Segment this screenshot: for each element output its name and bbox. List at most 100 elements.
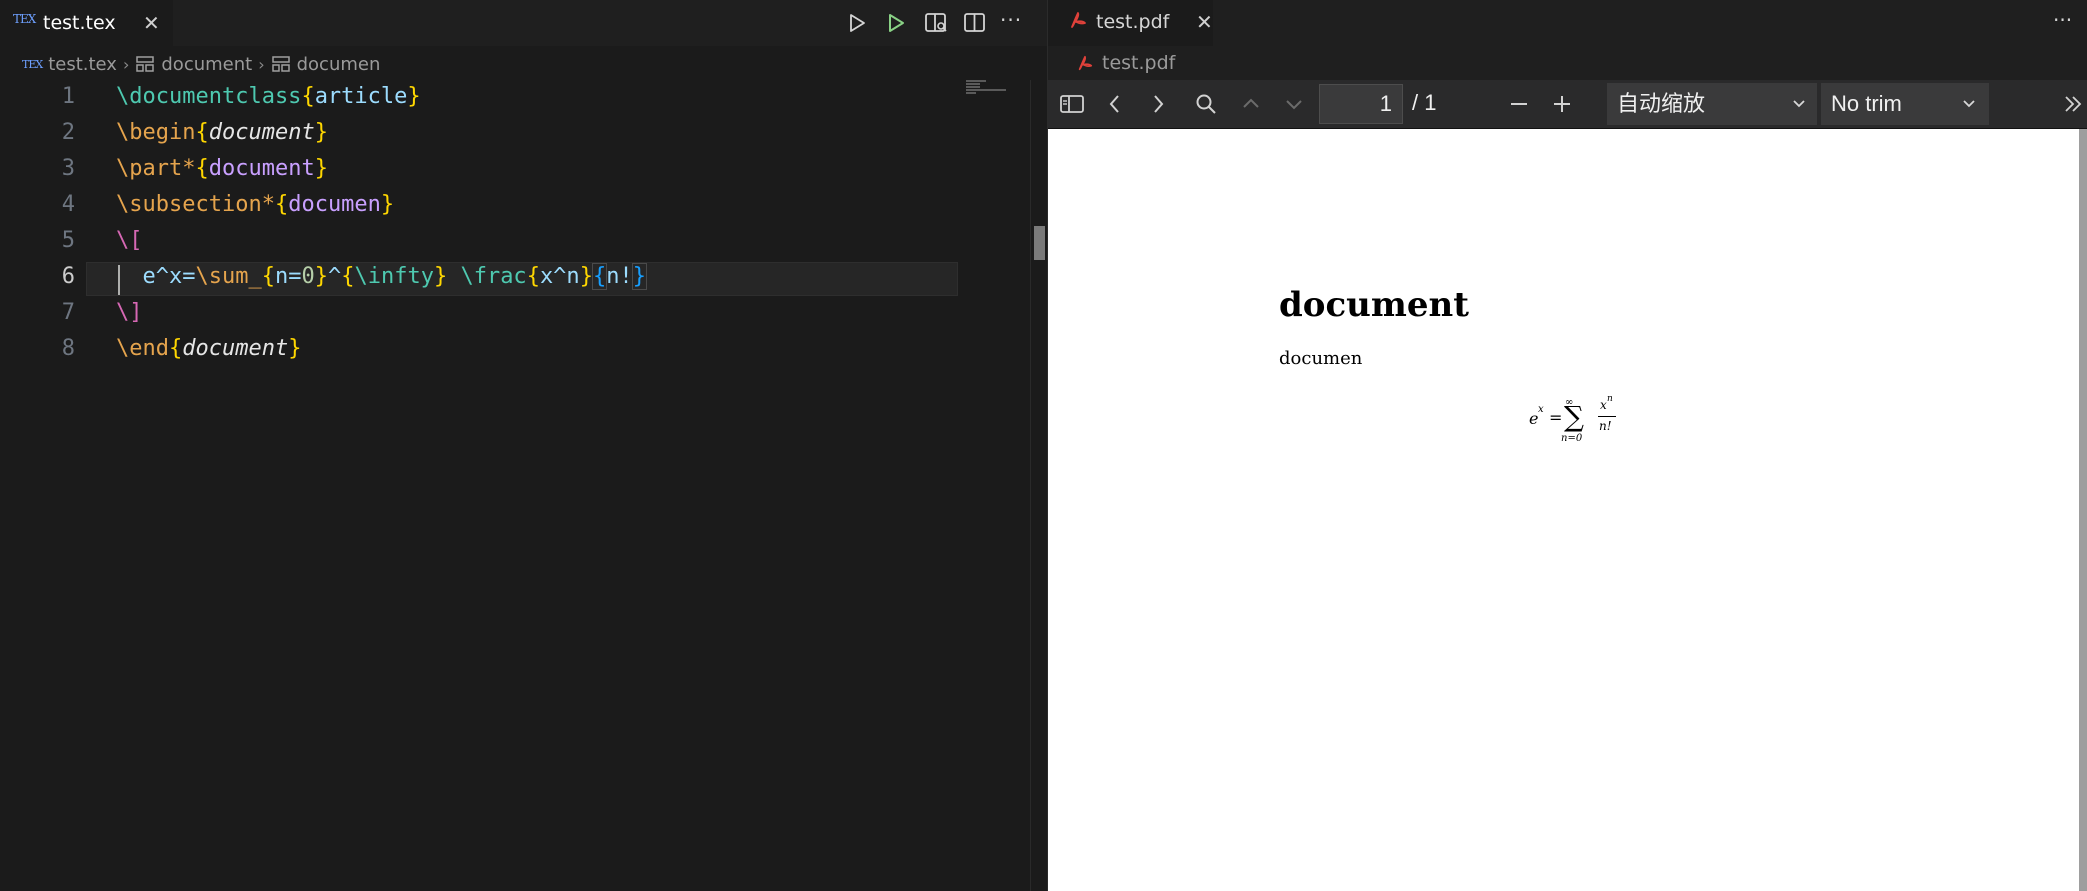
editor-scrollbar[interactable] (1030, 80, 1048, 891)
eq-numerator-exp: n (1607, 394, 1613, 404)
brace: } (380, 192, 395, 217)
scrollbar-thumb[interactable] (1034, 226, 1045, 260)
pdf-page[interactable]: document documen e x = ∞ ∑ n=0 x n n! (1048, 129, 2079, 891)
pdf-editor-group: test.pdf ✕ ··· test.pdf 1 / 1 自动缩放 No tr… (1048, 0, 2087, 891)
more-tools-icon[interactable] (2061, 92, 2085, 116)
eq-denominator: n! (1599, 419, 1612, 433)
code-line-6[interactable]: e^x=\sum_{n=0}^{\infty} \frac{x^n}{n!} (116, 263, 647, 290)
trim-select-value: No trim (1831, 91, 1902, 116)
close-tab-icon[interactable]: ✕ (1196, 10, 1213, 34)
latex-argument: document (208, 156, 315, 181)
brace: } (314, 156, 328, 181)
previous-page-icon[interactable] (1104, 92, 1126, 116)
brace: } (631, 263, 647, 290)
find-previous-icon[interactable] (1239, 92, 1263, 116)
math-number: 0 (301, 264, 315, 289)
eq-numerator: x (1600, 398, 1607, 412)
pdf-file-icon (1076, 54, 1094, 72)
math-text: n= (274, 264, 302, 289)
trim-select[interactable]: No trim (1821, 83, 1989, 125)
sidebar-toggle-icon[interactable] (1059, 92, 1085, 116)
breadcrumb-file[interactable]: test.tex (48, 54, 117, 75)
code-line-5[interactable]: \[ (116, 228, 143, 253)
eq-sum-lower: n=0 (1561, 433, 1583, 444)
brace: } (288, 336, 302, 361)
brace: { (301, 84, 315, 109)
math-text: ^ (327, 264, 342, 289)
line-number: 7 (61, 300, 75, 325)
zoom-select[interactable]: 自动缩放 (1607, 83, 1817, 125)
latex-command: \frac (460, 264, 527, 289)
line-number-active: 6 (61, 264, 75, 289)
breadcrumb: test.pdf (1076, 52, 1175, 74)
code-line-7[interactable]: \] (116, 300, 143, 325)
code-line-4[interactable]: \subsection*{documen} (116, 192, 394, 217)
run-green-icon[interactable] (884, 11, 908, 35)
minimap[interactable] (966, 80, 1010, 100)
open-preview-icon[interactable] (923, 10, 949, 36)
line-number: 5 (61, 228, 75, 253)
tab-title: test.tex (43, 12, 116, 34)
brace: } (314, 264, 328, 289)
breadcrumb-file[interactable]: test.pdf (1102, 52, 1175, 74)
tex-editor-group: TEX test.tex ✕ ··· TEX test.tex › docume… (0, 0, 1048, 891)
tab-test-tex[interactable]: TEX test.tex ✕ (0, 0, 173, 46)
breadcrumb-document[interactable]: document (161, 54, 252, 75)
tex-file-icon: TEX (13, 12, 36, 26)
chevron-down-icon (1961, 83, 1977, 125)
line-number: 1 (61, 84, 75, 109)
latex-command: \[ (116, 228, 143, 253)
tab-test-pdf[interactable]: test.pdf ✕ (1048, 0, 1213, 46)
latex-command: \begin (116, 120, 196, 145)
code-line-8[interactable]: \end{document} (116, 336, 301, 361)
brace: } (433, 264, 448, 289)
close-tab-icon[interactable]: ✕ (143, 11, 160, 35)
pdf-scrollbar[interactable] (2079, 129, 2087, 891)
brace: { (341, 264, 355, 289)
code-line-3[interactable]: \part*{document} (116, 156, 328, 181)
more-actions-icon[interactable]: ··· (2053, 8, 2072, 32)
brace: } (579, 264, 593, 289)
latex-argument: document (182, 336, 289, 361)
pdf-equation: e x = ∞ ∑ n=0 x n n! (1529, 393, 1649, 453)
next-page-icon[interactable] (1147, 92, 1169, 116)
more-actions-icon[interactable]: ··· (1000, 8, 1022, 32)
tab-title: test.pdf (1096, 11, 1170, 33)
chevron-right-icon: › (258, 54, 265, 74)
search-icon[interactable] (1194, 92, 1218, 116)
zoom-out-icon[interactable] (1508, 92, 1530, 116)
split-editor-icon[interactable] (962, 10, 988, 36)
latex-command: \] (116, 300, 143, 325)
brace: { (195, 120, 209, 145)
latex-command: \sum_ (195, 264, 262, 289)
math-text: n! (606, 264, 633, 289)
find-next-icon[interactable] (1282, 92, 1306, 116)
brace: { (168, 336, 183, 361)
text-cursor (118, 265, 120, 295)
code-line-1[interactable]: \documentclass{article} (116, 84, 421, 109)
math-text: x^n (539, 264, 580, 289)
breadcrumb: TEX test.tex › document › documen (22, 52, 380, 76)
brace: { (261, 264, 275, 289)
eq-sum: ∑ (1564, 400, 1584, 433)
page-number-input[interactable]: 1 (1319, 84, 1403, 124)
brace: } (314, 120, 328, 145)
line-number: 2 (61, 120, 75, 145)
pdf-toolbar: 1 / 1 自动缩放 No trim (1048, 80, 2087, 129)
pdf-part-title: document (1279, 285, 1469, 325)
latex-argument: article (314, 84, 408, 109)
latex-command: \infty (354, 264, 434, 289)
code-line-2[interactable]: \begin{document} (116, 120, 328, 145)
zoom-in-icon[interactable] (1551, 92, 1573, 116)
breadcrumb-documen[interactable]: documen (297, 54, 381, 75)
latex-argument: document (208, 120, 315, 145)
eq-lhs-exp: x (1538, 404, 1544, 415)
pdf-file-icon (1068, 10, 1088, 30)
symbol-structure-icon (135, 55, 155, 73)
chevron-down-icon (1791, 83, 1807, 125)
brace: { (591, 263, 608, 290)
latex-command: \documentclass (116, 84, 302, 109)
brace: { (526, 264, 540, 289)
run-icon[interactable] (845, 11, 869, 35)
